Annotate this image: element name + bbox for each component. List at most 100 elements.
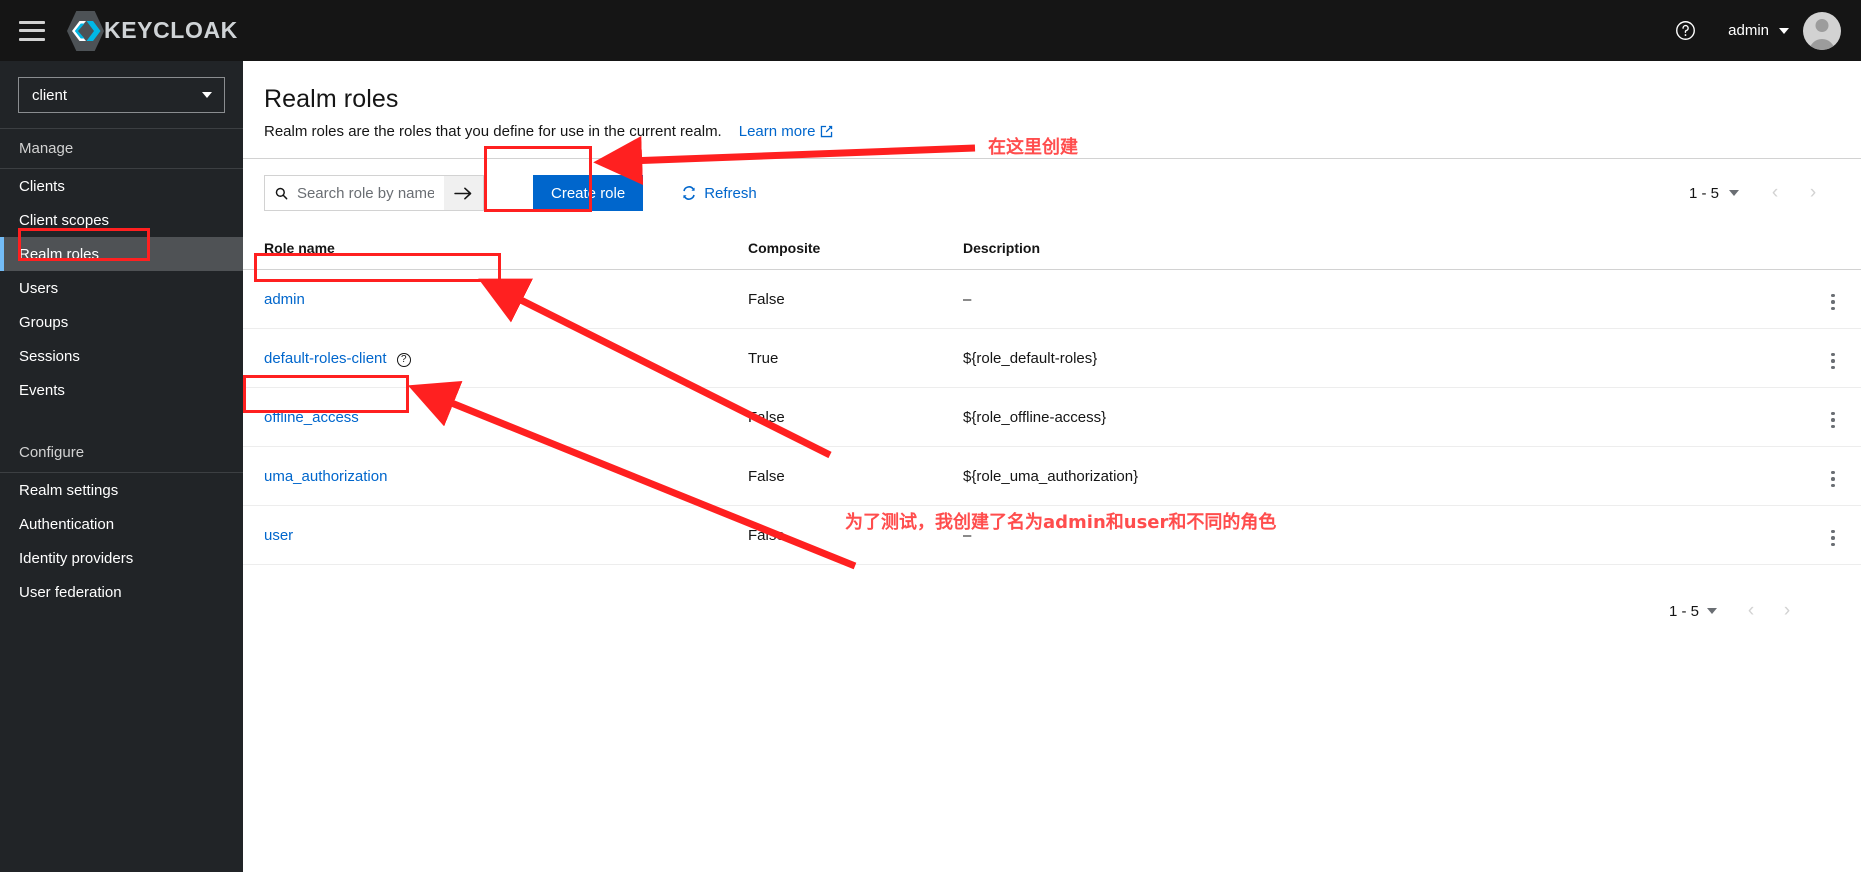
user-name-label: admin [1728,22,1769,39]
table-head: Role name Composite Description [243,227,1861,270]
sidebar-item-label: Realm settings [19,481,119,499]
roles-toolbar: Create role Refresh 1 - 5 ‹ › [243,159,1861,227]
sidebar-item-client-scopes[interactable]: Client scopes [0,203,243,237]
sidebar: client Manage Clients Client scopes Real… [0,61,243,872]
refresh-button[interactable]: Refresh [681,185,757,202]
pagination-bottom: 1 - 5 ‹ › [243,565,1861,629]
external-link-icon [821,125,833,138]
hamburger-icon[interactable] [19,20,45,41]
kebab-menu-icon[interactable] [1827,408,1839,433]
chevron-down-icon[interactable] [1729,190,1739,196]
sidebar-item-label: Sessions [19,347,80,365]
column-header-description: Description [963,227,1805,270]
keycloak-logo-icon [67,10,104,51]
table-row: uma_authorization False ${role_uma_autho… [243,446,1861,506]
sidebar-item-events[interactable]: Events [0,373,243,407]
create-role-button[interactable]: Create role [533,175,644,211]
sidebar-item-users[interactable]: Users [0,271,243,305]
cell-composite: False [748,269,963,329]
help-circle-icon[interactable] [1664,10,1706,52]
table-row: user False – [243,505,1861,565]
sidebar-item-label: Identity providers [19,549,134,567]
column-header-actions [1805,227,1861,270]
sidebar-item-label: Groups [19,313,69,331]
kebab-menu-icon[interactable] [1827,467,1839,492]
help-circle-icon[interactable]: ? [396,352,411,367]
page-description-row: Realm roles are the roles that you defin… [264,123,1861,140]
cell-role-name: offline_access [243,387,748,447]
pagination-next-button[interactable]: › [1795,175,1831,211]
sidebar-item-authentication[interactable]: Authentication [0,507,243,541]
sidebar-item-label: User federation [19,583,122,601]
cell-description: – [963,269,1805,329]
cell-description: ${role_default-roles} [963,328,1805,388]
sidebar-item-label: Authentication [19,515,115,533]
sidebar-item-sessions[interactable]: Sessions [0,339,243,373]
cell-role-name: user [243,505,748,565]
role-link-user[interactable]: user [264,527,293,544]
masthead: KEYCLOAK admin [0,0,1861,61]
masthead-actions: admin [1664,10,1861,52]
page-title: Realm roles [264,85,399,113]
kebab-menu-icon[interactable] [1827,526,1839,551]
column-header-composite: Composite [748,227,963,270]
search-input[interactable] [296,184,434,202]
realm-selector-value: client [32,86,68,104]
cell-composite: False [748,387,963,447]
cell-role-name: admin [243,269,748,329]
pagination-range: 1 - 5 [1688,184,1719,202]
cell-description: ${role_offline-access} [963,387,1805,447]
main-content: Realm roles Realm roles are the roles th… [243,61,1861,872]
kebab-menu-icon[interactable] [1827,349,1839,374]
cell-actions [1805,328,1861,388]
cell-role-name: default-roles-client ? [243,328,748,388]
pagination-prev-button[interactable]: ‹ [1757,175,1793,211]
cell-actions [1805,387,1861,447]
avatar[interactable] [1803,11,1841,50]
cell-composite: False [748,446,963,506]
column-header-role-name: Role name [243,227,748,270]
table-row: admin False – [243,269,1861,329]
user-menu-button[interactable]: admin [1706,22,1803,39]
sidebar-item-groups[interactable]: Groups [0,305,243,339]
role-link-default-roles-client[interactable]: default-roles-client [264,350,387,367]
cell-role-name: uma_authorization [243,446,748,506]
keycloak-admin-console: KEYCLOAK admin client Manage Clients Cli… [0,0,1861,872]
cell-composite: True [748,328,963,388]
pagination-next-button[interactable]: › [1769,593,1805,629]
chevron-down-icon[interactable] [1707,608,1717,614]
refresh-icon [683,186,696,200]
cell-composite: False [748,505,963,565]
pagination-prev-button[interactable]: ‹ [1733,593,1769,629]
table-row: offline_access False ${role_offline-acce… [243,387,1861,447]
chevron-down-icon [202,92,212,98]
sidebar-item-realm-settings[interactable]: Realm settings [0,473,243,507]
pagination-top: 1 - 5 ‹ › [1689,175,1831,211]
role-link-offline-access[interactable]: offline_access [264,409,359,426]
table-row: default-roles-client ? True ${role_defau… [243,328,1861,388]
search-submit-button[interactable] [444,175,484,211]
realm-selector[interactable]: client [18,77,225,113]
role-link-admin[interactable]: admin [264,291,305,308]
realm-selector-wrapper: client [0,61,243,128]
role-link-uma-authorization[interactable]: uma_authorization [264,468,387,485]
kebab-menu-icon[interactable] [1827,290,1839,315]
cell-actions [1805,505,1861,565]
learn-more-label: Learn more [738,123,816,140]
sidebar-item-label: Client scopes [19,211,110,229]
arrow-right-icon [454,187,472,199]
sidebar-item-realm-roles[interactable]: Realm roles [0,237,243,271]
sidebar-item-label: Users [19,279,59,297]
learn-more-link[interactable]: Learn more [739,123,834,140]
cell-actions [1805,446,1861,506]
search-icon [275,187,288,199]
sidebar-item-clients[interactable]: Clients [0,169,243,203]
table-body: admin False – default-roles-client ? Tru… [243,269,1861,565]
brand-logo-group[interactable]: KEYCLOAK [67,10,238,51]
page-header: Realm roles Realm roles are the roles th… [243,61,1861,158]
sidebar-item-identity-providers[interactable]: Identity providers [0,541,243,575]
sidebar-item-user-federation[interactable]: User federation [0,575,243,609]
search-group [264,175,484,211]
cell-description: ${role_uma_authorization} [963,446,1805,506]
